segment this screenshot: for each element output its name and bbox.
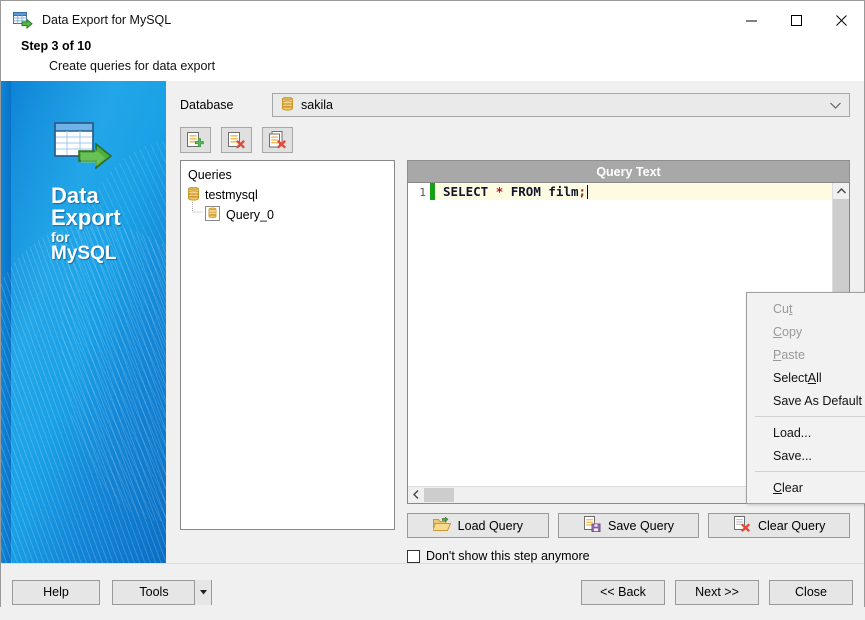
wizard-footer: Help Tools << Back Next >> Close bbox=[1, 563, 864, 620]
brand-line-2: Export bbox=[51, 205, 121, 231]
editor-context-menu[interactable]: Cu t Copy Paste Select All Save As Defaul… bbox=[746, 292, 865, 504]
next-button[interactable]: Next >> bbox=[675, 579, 759, 605]
step-subtitle: Create queries for data export bbox=[49, 59, 216, 73]
context-menu-item-clear[interactable]: Clear bbox=[747, 476, 865, 499]
database-combobox[interactable]: sakila bbox=[272, 93, 850, 117]
brand-line-1: Data bbox=[51, 183, 99, 208]
window-controls bbox=[729, 1, 864, 39]
context-menu-item-save[interactable]: Save... bbox=[747, 444, 865, 467]
text-caret bbox=[587, 184, 589, 199]
clear-query-label: Clear Query bbox=[757, 518, 826, 533]
context-menu-item-cut[interactable]: Cu t bbox=[747, 297, 865, 320]
sql-keyword-select: SELECT bbox=[443, 184, 489, 199]
dont-show-step-label: Don't show this step anymore bbox=[426, 549, 590, 563]
navigation-buttons: << Back Next >> Close bbox=[581, 579, 853, 605]
brand-text: Data Export for MySQL bbox=[1, 183, 166, 265]
brand-block: Data Export for MySQL bbox=[1, 121, 166, 264]
window-title: Data Export for MySQL bbox=[42, 13, 172, 27]
chevron-down-icon[interactable] bbox=[830, 98, 841, 112]
document-save-icon bbox=[583, 516, 601, 535]
context-menu-separator-2 bbox=[755, 471, 865, 472]
context-menu-item-copy[interactable]: Copy bbox=[747, 320, 865, 343]
sql-semicolon: ; bbox=[578, 184, 587, 199]
sql-table-name: film bbox=[548, 184, 579, 199]
close-button[interactable] bbox=[819, 1, 864, 39]
tree-item-query[interactable]: Query_0 bbox=[181, 202, 394, 225]
line-number: 1 bbox=[419, 186, 426, 199]
minimize-button[interactable] bbox=[729, 1, 774, 39]
folder-open-icon bbox=[431, 516, 451, 535]
query-text-header: Query Text bbox=[407, 160, 850, 182]
app-export-icon bbox=[13, 11, 33, 30]
database-selected-value: sakila bbox=[301, 98, 333, 112]
brand-line-3: for bbox=[51, 228, 70, 245]
sidebar-banner: Data Export for MySQL bbox=[1, 81, 166, 563]
scroll-up-arrow-icon[interactable] bbox=[833, 183, 849, 199]
load-query-label: Load Query bbox=[457, 518, 523, 533]
main-panel: Database sakila Queries testmysql Query_… bbox=[166, 81, 865, 563]
dont-show-step-checkbox[interactable] bbox=[407, 549, 420, 563]
data-export-wizard-window: Data Export for MySQL Step 3 of 10 Creat… bbox=[0, 0, 865, 620]
brand-line-4: MySQL bbox=[51, 243, 117, 265]
add-query-button[interactable] bbox=[180, 127, 211, 153]
tools-label: Tools bbox=[139, 585, 169, 599]
save-query-label: Save Query bbox=[608, 518, 675, 533]
load-query-button[interactable]: Load Query bbox=[407, 513, 549, 538]
step-title: Step 3 of 10 bbox=[21, 39, 92, 53]
database-icon bbox=[282, 96, 293, 114]
delete-query-button[interactable] bbox=[221, 127, 252, 153]
database-row: Database sakila bbox=[180, 92, 850, 118]
sql-keyword-from: FROM bbox=[510, 184, 541, 199]
database-label: Database bbox=[180, 98, 234, 112]
step-header: Step 3 of 10 Create queries for data exp… bbox=[1, 39, 864, 81]
chevron-down-icon[interactable] bbox=[194, 579, 211, 605]
tree-root-label: Queries bbox=[181, 165, 394, 185]
query-document-icon bbox=[205, 206, 220, 224]
tree-connector-icon bbox=[192, 202, 203, 213]
clear-query-button[interactable]: Clear Query bbox=[708, 513, 851, 538]
save-query-button[interactable]: Save Query bbox=[557, 513, 700, 538]
line-number-gutter: 1 bbox=[408, 183, 430, 486]
context-menu-item-paste[interactable]: Paste bbox=[747, 343, 865, 366]
title-bar: Data Export for MySQL bbox=[1, 1, 864, 39]
context-menu-separator-1 bbox=[755, 416, 865, 417]
tree-root-text: Queries bbox=[188, 168, 232, 182]
code-line-1[interactable]: SELECT * FROM film; bbox=[435, 183, 849, 200]
context-menu-item-select-all[interactable]: Select All bbox=[747, 366, 865, 389]
document-clear-icon bbox=[733, 516, 751, 535]
sql-star: * bbox=[495, 184, 504, 199]
query-toolbar bbox=[180, 127, 864, 153]
context-menu-item-load[interactable]: Load... bbox=[747, 421, 865, 444]
scroll-left-arrow-icon[interactable] bbox=[408, 489, 424, 501]
tools-button[interactable]: Tools bbox=[112, 579, 212, 605]
context-menu-item-save-as-default-query[interactable]: Save As Default Query bbox=[747, 389, 865, 412]
brand-export-icon bbox=[53, 121, 115, 177]
tree-connection-label: testmysql bbox=[205, 188, 258, 202]
maximize-button[interactable] bbox=[774, 1, 819, 39]
database-icon bbox=[188, 186, 199, 204]
back-button[interactable]: << Back bbox=[581, 579, 665, 605]
queries-tree[interactable]: Queries testmysql Query_0 bbox=[180, 160, 395, 530]
wizard-body: Data Export for MySQL Database sakila Qu… bbox=[1, 81, 865, 563]
close-button-footer[interactable]: Close bbox=[769, 579, 853, 605]
tree-item-connection[interactable]: testmysql bbox=[181, 185, 394, 205]
horizontal-scroll-thumb[interactable] bbox=[424, 488, 454, 502]
help-button[interactable]: Help bbox=[12, 579, 100, 605]
query-action-buttons: Load Query Save Query Clear Query bbox=[407, 513, 851, 538]
dont-show-step-row[interactable]: Don't show this step anymore bbox=[407, 549, 850, 563]
tree-query-label: Query_0 bbox=[226, 208, 274, 222]
delete-all-queries-button[interactable] bbox=[262, 127, 293, 153]
